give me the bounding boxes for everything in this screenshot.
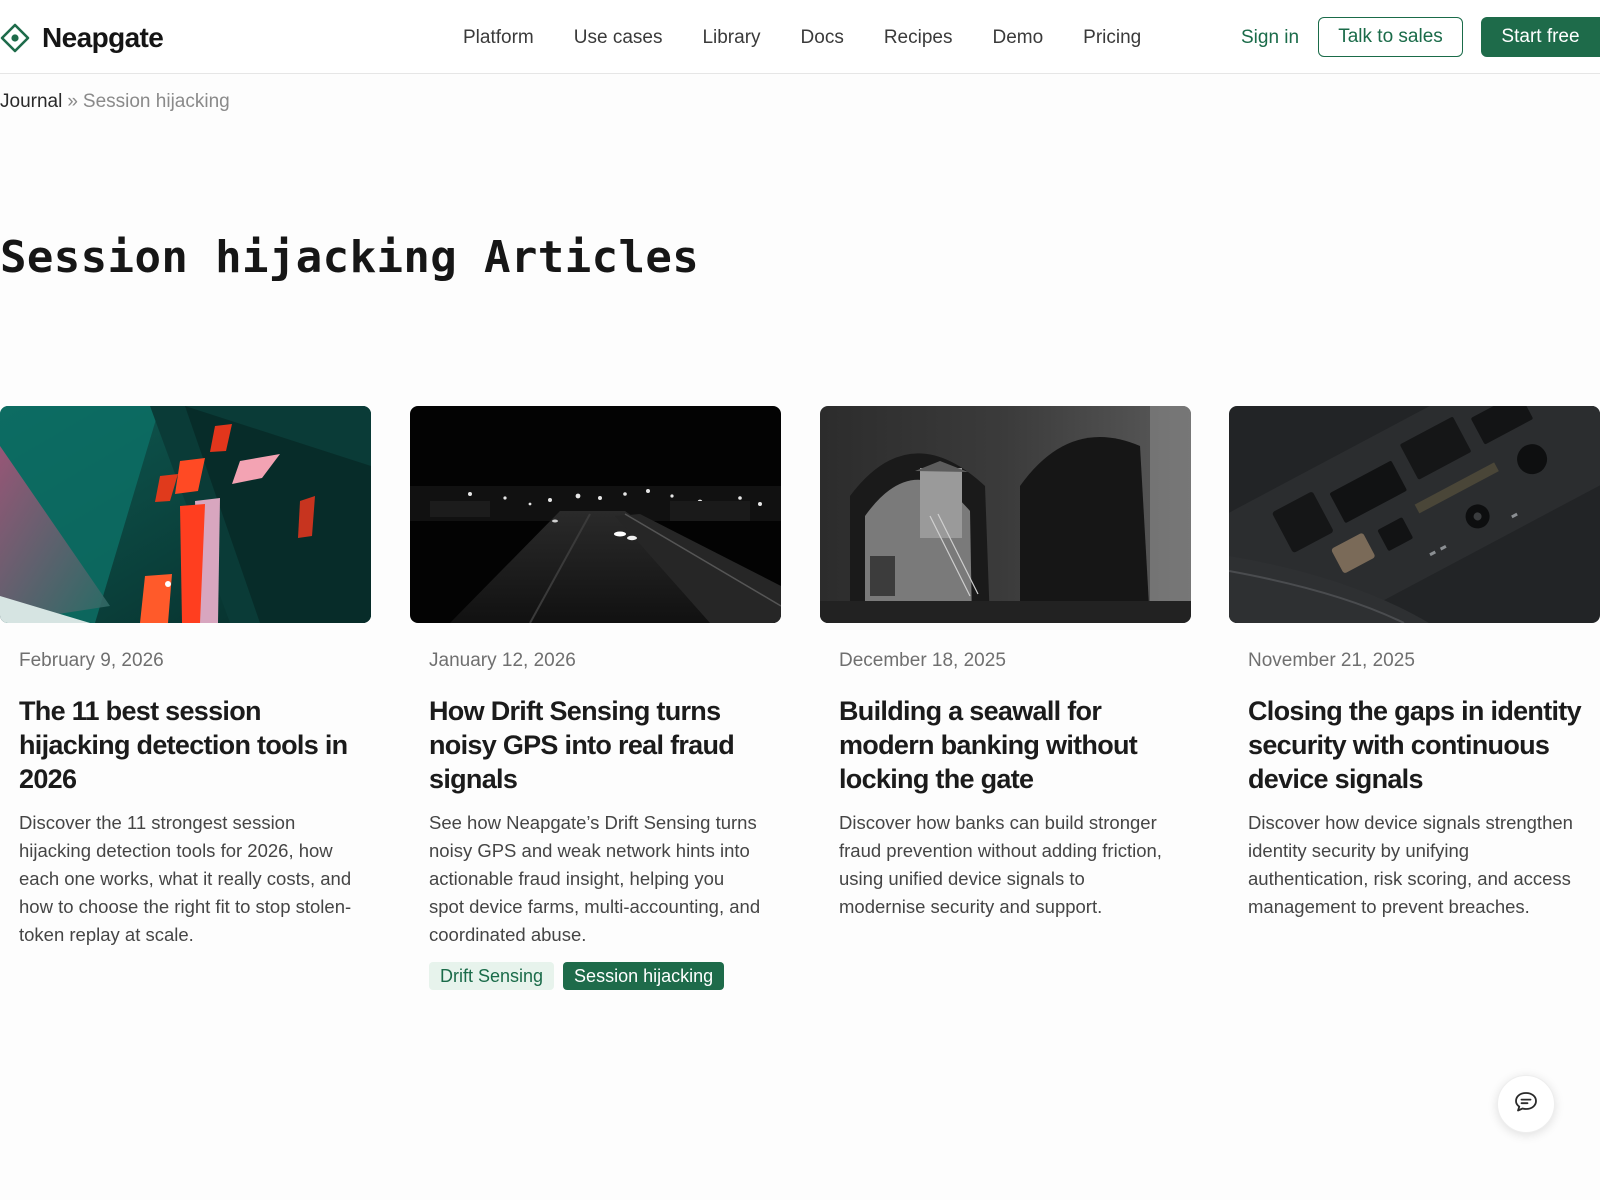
- article-image-archway[interactable]: [820, 406, 1191, 623]
- article-image-abstract[interactable]: [0, 406, 371, 623]
- article-card[interactable]: February 9, 2026 The 11 best session hij…: [0, 406, 371, 949]
- nav-item-library[interactable]: Library: [702, 22, 760, 54]
- sign-in-link[interactable]: Sign in: [1241, 22, 1299, 54]
- article-date: January 12, 2026: [429, 650, 576, 671]
- nav-item-platform[interactable]: Platform: [463, 22, 534, 54]
- article-card[interactable]: December 18, 2025 Building a seawall for…: [820, 406, 1191, 921]
- brand-name: Neapgate: [42, 22, 164, 53]
- article-excerpt: Discover how banks can build stronger fr…: [839, 812, 1162, 917]
- brand-logo-link[interactable]: Neapgate: [0, 18, 164, 58]
- article-image-circuit-board[interactable]: [1229, 406, 1600, 623]
- nav-item-recipes[interactable]: Recipes: [884, 22, 953, 54]
- tag-session-hijacking[interactable]: Session hijacking: [563, 962, 725, 990]
- breadcrumb-separator: »: [67, 91, 78, 112]
- talk-to-sales-button[interactable]: Talk to sales: [1318, 17, 1463, 57]
- page-title: Session hijacking Articles: [0, 232, 700, 283]
- article-excerpt: See how Neapgate’s Drift Sensing turns n…: [429, 812, 761, 945]
- article-date: November 21, 2025: [1248, 650, 1415, 671]
- article-card[interactable]: January 12, 2026 How Drift Sensing turns…: [410, 406, 781, 990]
- nav-item-use-cases[interactable]: Use cases: [574, 22, 663, 54]
- nav-item-demo[interactable]: Demo: [992, 22, 1043, 54]
- breadcrumb: Journal» Session hijacking: [0, 88, 230, 116]
- nav-item-docs[interactable]: Docs: [801, 22, 844, 54]
- chat-bubble-icon: [1513, 1089, 1539, 1120]
- nav-item-pricing[interactable]: Pricing: [1083, 22, 1141, 54]
- article-title[interactable]: Building a seawall for modern banking wi…: [839, 694, 1172, 796]
- article-grid: February 9, 2026 The 11 best session hij…: [0, 406, 1600, 1006]
- diamond-logo-icon: [0, 23, 30, 53]
- article-excerpt: Discover how device signals strengthen i…: [1248, 812, 1573, 917]
- article-title[interactable]: How Drift Sensing turns noisy GPS into r…: [429, 694, 762, 796]
- start-free-button[interactable]: Start free: [1481, 17, 1600, 57]
- breadcrumb-journal-link[interactable]: Journal: [0, 91, 62, 112]
- main-nav: Platform Use cases Library Docs Recipes …: [463, 22, 1181, 54]
- article-tags: Drift Sensing Session hijacking: [429, 962, 762, 990]
- article-title[interactable]: Closing the gaps in identity security wi…: [1248, 694, 1582, 796]
- article-image-night-street[interactable]: [410, 406, 781, 623]
- chat-launcher-button[interactable]: [1497, 1075, 1555, 1133]
- article-date: December 18, 2025: [839, 650, 1006, 671]
- breadcrumb-current: Session hijacking: [82, 91, 230, 112]
- article-title[interactable]: The 11 best session hijacking detection …: [19, 694, 352, 796]
- site-header: Neapgate Platform Use cases Library Docs…: [0, 0, 1600, 74]
- article-card[interactable]: November 21, 2025 Closing the gaps in id…: [1229, 406, 1600, 921]
- article-excerpt: Discover the 11 strongest session hijack…: [19, 812, 352, 945]
- article-date: February 9, 2026: [19, 650, 164, 671]
- tag-drift-sensing[interactable]: Drift Sensing: [429, 962, 555, 990]
